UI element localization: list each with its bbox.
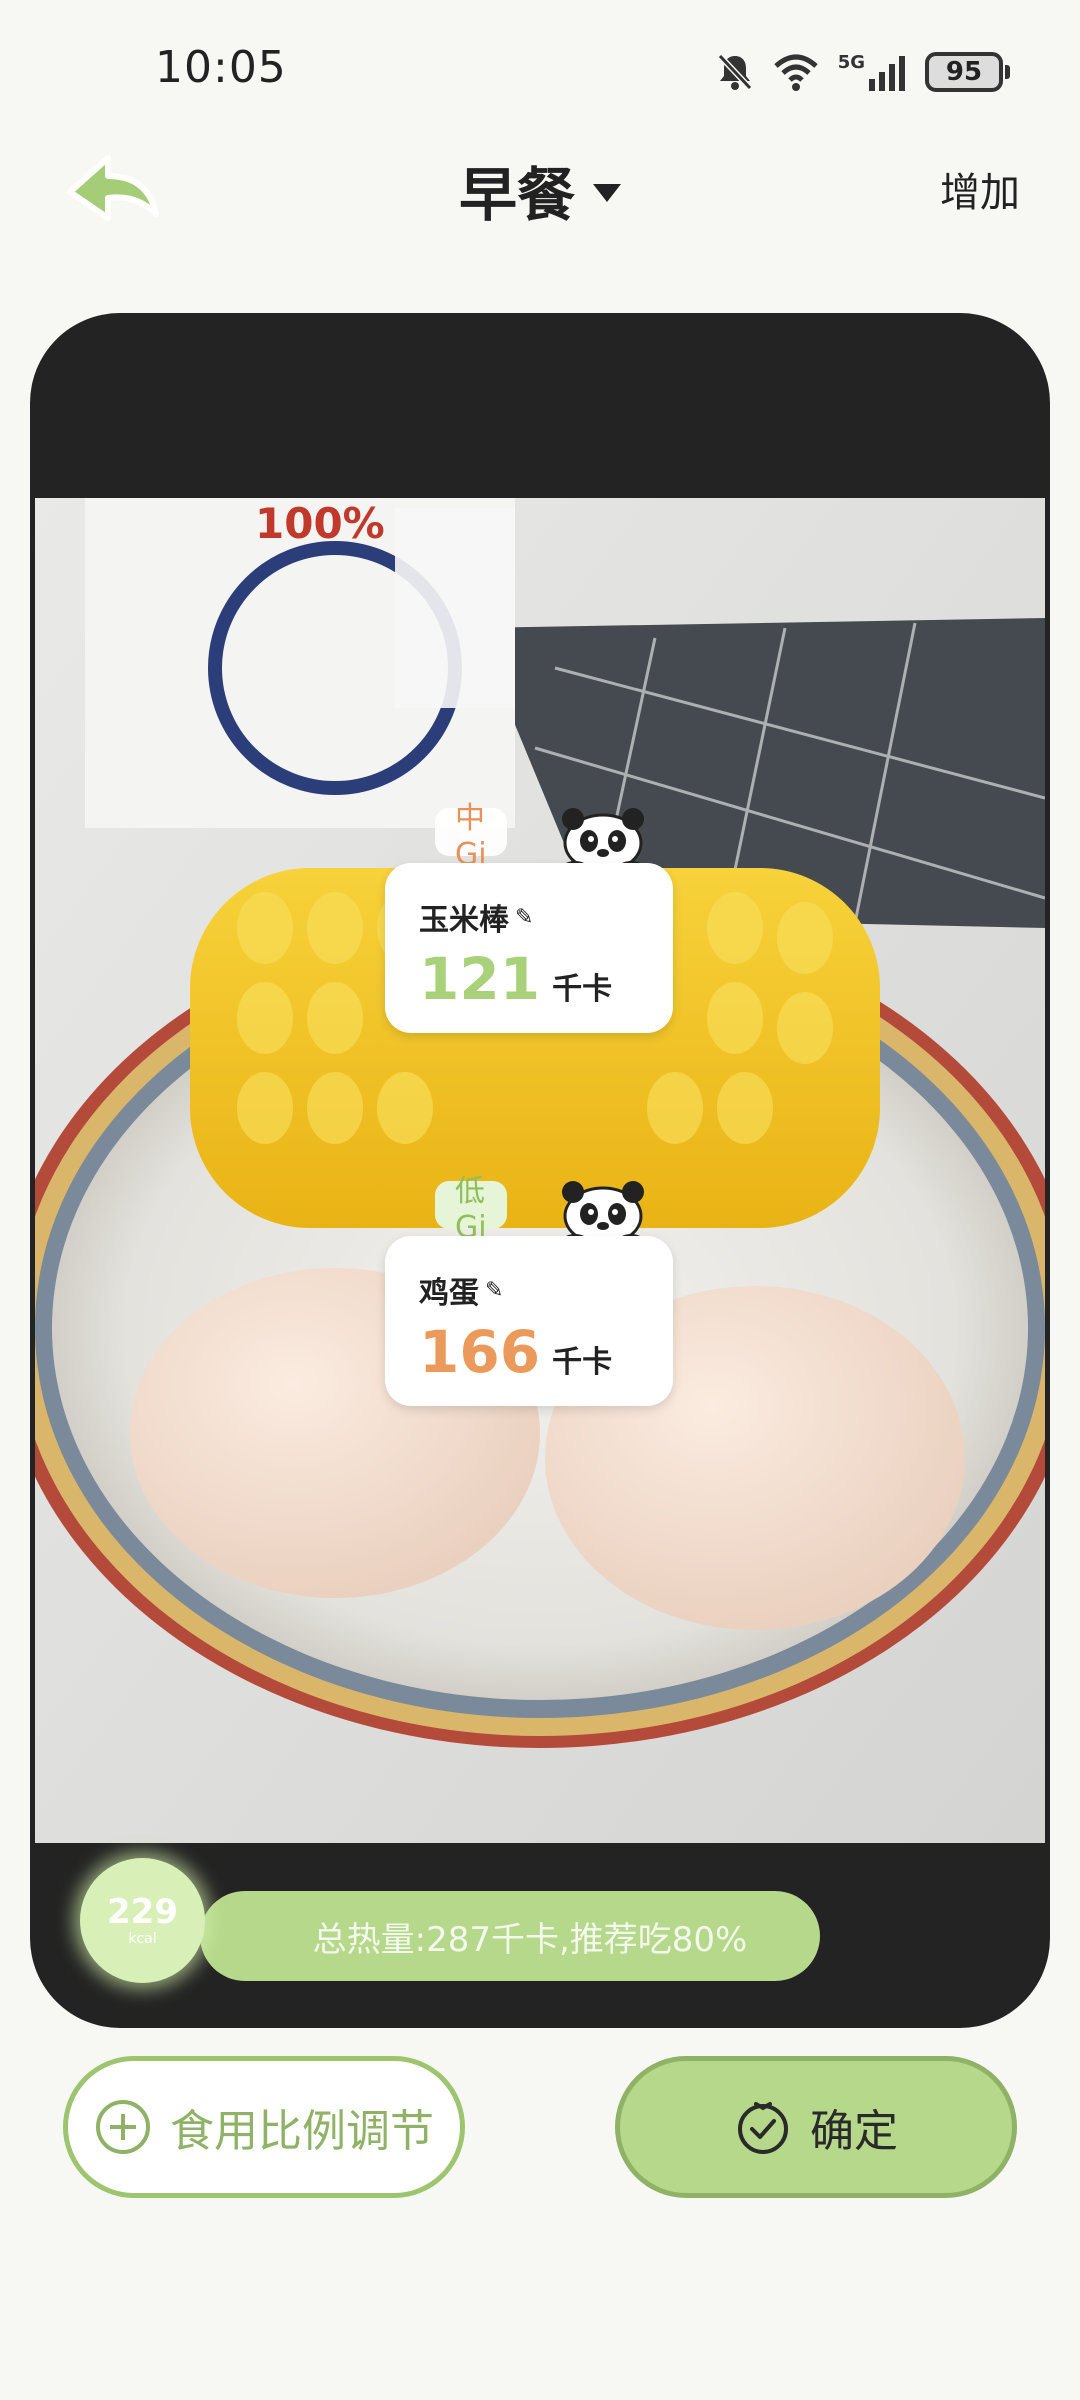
calorie-summary-bar: 总热量:287千卡,推荐吃80% xyxy=(200,1891,820,1981)
food-card-corn[interactable]: 玉米棒 ✎ 121 千卡 xyxy=(385,863,673,1033)
kcal-circle-value: 229 xyxy=(107,1891,178,1932)
status-icons: 5G 95 xyxy=(716,48,1010,96)
plus-circle-icon xyxy=(96,2100,150,2154)
food-photo-card: 100% 中Gi 玉米棒 ✎ 121 千卡 低Gi 鸡蛋 ✎ 166 千卡 总热… xyxy=(30,313,1050,2028)
portion-adjust-label: 食用比例调节 xyxy=(170,2106,434,2157)
food-name-text: 鸡蛋 xyxy=(419,1276,479,1311)
confirm-button[interactable]: 确定 xyxy=(615,2056,1017,2198)
kcal-value: 166 xyxy=(419,1318,541,1386)
battery-level: 95 xyxy=(945,57,983,87)
food-kcal: 166 千卡 xyxy=(419,1318,612,1386)
food-photo-illustration: 100% xyxy=(35,498,1045,1843)
food-name-text: 玉米棒 xyxy=(419,903,509,938)
network-label: 5G xyxy=(837,51,865,73)
kcal-circle: 229 kcal xyxy=(80,1858,205,1983)
dropdown-caret-icon xyxy=(593,184,621,202)
kcal-circle-unit: kcal xyxy=(128,1931,157,1948)
food-name[interactable]: 玉米棒 ✎ xyxy=(419,895,533,939)
gi-badge: 中Gi xyxy=(435,801,507,872)
status-time: 10:05 xyxy=(155,42,287,93)
food-name[interactable]: 鸡蛋 ✎ xyxy=(419,1268,503,1312)
food-kcal: 121 千卡 xyxy=(419,945,612,1013)
check-circle-icon xyxy=(738,2102,788,2154)
kcal-unit: 千卡 xyxy=(552,972,613,1007)
confirm-label: 确定 xyxy=(810,2106,898,2157)
gi-badge: 低Gi xyxy=(435,1174,507,1245)
food-photo: 100% 中Gi 玉米棒 ✎ 121 千卡 低Gi 鸡蛋 ✎ 166 千卡 xyxy=(35,498,1045,1843)
header: 早餐 增加 xyxy=(0,130,1080,260)
pencil-icon[interactable]: ✎ xyxy=(485,1278,503,1303)
add-button[interactable]: 增加 xyxy=(940,160,1020,218)
portion-adjust-button[interactable]: 食用比例调节 xyxy=(63,2056,465,2198)
status-bar: 10:05 5G 95 xyxy=(0,0,1080,130)
summary-text: 总热量:287千卡,推荐吃80% xyxy=(312,1919,748,1960)
battery-icon: 95 xyxy=(925,52,1010,92)
meal-selector[interactable]: 早餐 xyxy=(0,148,1080,232)
svg-text:100%: 100% xyxy=(255,499,385,548)
pencil-icon[interactable]: ✎ xyxy=(515,905,533,930)
page-title: 早餐 xyxy=(458,161,575,229)
signal-icon: 5G xyxy=(838,52,907,93)
kcal-value: 121 xyxy=(419,945,541,1013)
kcal-unit: 千卡 xyxy=(552,1345,613,1380)
wifi-icon xyxy=(774,54,818,91)
food-card-egg[interactable]: 鸡蛋 ✎ 166 千卡 xyxy=(385,1236,673,1406)
bell-off-icon xyxy=(717,53,752,91)
